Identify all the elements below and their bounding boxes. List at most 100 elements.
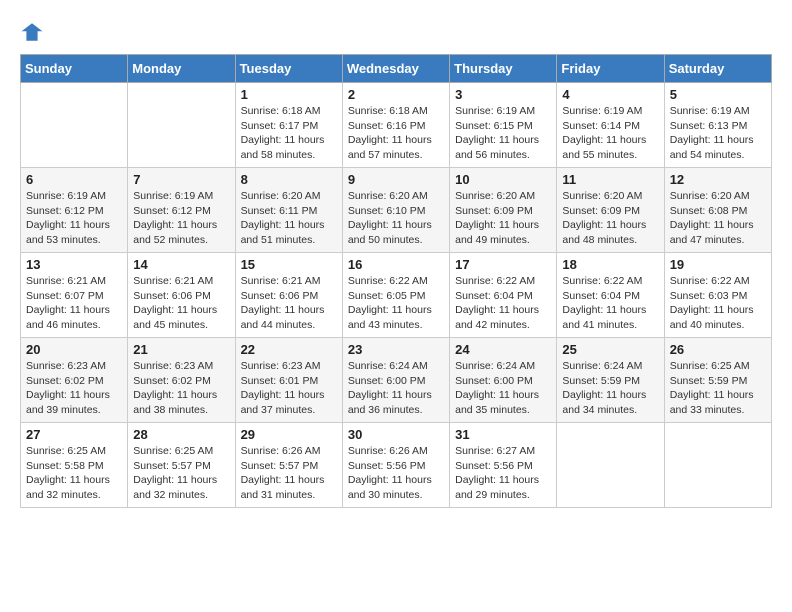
calendar-cell: 3 Sunrise: 6:19 AMSunset: 6:15 PMDaylight… <box>450 83 557 168</box>
calendar-cell: 20Sunrise: 6:23 AMSunset: 6:02 PMDayligh… <box>21 338 128 423</box>
calendar-cell <box>557 423 664 508</box>
calendar-cell <box>21 83 128 168</box>
calendar-cell: 4 Sunrise: 6:19 AMSunset: 6:14 PMDaylight… <box>557 83 664 168</box>
day-info: Sunrise: 6:24 AMSunset: 5:59 PMDaylight:… <box>562 359 658 418</box>
calendar-cell: 1 Sunrise: 6:18 AMSunset: 6:17 PMDaylight… <box>235 83 342 168</box>
calendar-cell: 28 Sunrise: 6:25 AMSunset: 5:57 PMDayligh… <box>128 423 235 508</box>
day-number: 26 <box>670 342 766 357</box>
day-info: Sunrise: 6:27 AMSunset: 5:56 PMDaylight:… <box>455 444 551 503</box>
calendar-cell: 13 Sunrise: 6:21 AMSunset: 6:07 PMDayligh… <box>21 253 128 338</box>
day-number: 17 <box>455 257 551 272</box>
day-info: Sunrise: 6:20 AMSunset: 6:09 PMDaylight:… <box>562 189 658 248</box>
calendar-cell: 27 Sunrise: 6:25 AMSunset: 5:58 PMDayligh… <box>21 423 128 508</box>
day-info: Sunrise: 6:23 AMSunset: 6:02 PMDaylight:… <box>133 359 229 418</box>
day-number: 24 <box>455 342 551 357</box>
day-number: 6 <box>26 172 122 187</box>
day-number: 13 <box>26 257 122 272</box>
day-info: Sunrise: 6:24 AMSunset: 6:00 PMDaylight:… <box>455 359 551 418</box>
weekday-header: Thursday <box>450 55 557 83</box>
calendar-cell: 16Sunrise: 6:22 AMSunset: 6:05 PMDayligh… <box>342 253 449 338</box>
day-number: 3 <box>455 87 551 102</box>
day-info: Sunrise: 6:24 AMSunset: 6:00 PMDaylight:… <box>348 359 444 418</box>
day-info: Sunrise: 6:22 AMSunset: 6:03 PMDaylight:… <box>670 274 766 333</box>
day-number: 28 <box>133 427 229 442</box>
calendar-week-row: 13 Sunrise: 6:21 AMSunset: 6:07 PMDayligh… <box>21 253 772 338</box>
day-info: Sunrise: 6:22 AMSunset: 6:04 PMDaylight:… <box>562 274 658 333</box>
day-number: 30 <box>348 427 444 442</box>
calendar-cell: 15Sunrise: 6:21 AMSunset: 6:06 PMDayligh… <box>235 253 342 338</box>
day-number: 14 <box>133 257 229 272</box>
day-number: 1 <box>241 87 337 102</box>
day-number: 7 <box>133 172 229 187</box>
day-number: 31 <box>455 427 551 442</box>
weekday-header: Sunday <box>21 55 128 83</box>
calendar-cell: 8 Sunrise: 6:20 AMSunset: 6:11 PMDaylight… <box>235 168 342 253</box>
calendar-cell <box>128 83 235 168</box>
calendar-cell: 29 Sunrise: 6:26 AMSunset: 5:57 PMDayligh… <box>235 423 342 508</box>
calendar-cell <box>664 423 771 508</box>
day-number: 15 <box>241 257 337 272</box>
day-number: 9 <box>348 172 444 187</box>
calendar-week-row: 1 Sunrise: 6:18 AMSunset: 6:17 PMDaylight… <box>21 83 772 168</box>
calendar-cell: 25 Sunrise: 6:24 AMSunset: 5:59 PMDayligh… <box>557 338 664 423</box>
day-info: Sunrise: 6:21 AMSunset: 6:07 PMDaylight:… <box>26 274 122 333</box>
day-info: Sunrise: 6:19 AMSunset: 6:13 PMDaylight:… <box>670 104 766 163</box>
day-info: Sunrise: 6:23 AMSunset: 6:01 PMDaylight:… <box>241 359 337 418</box>
weekday-header: Monday <box>128 55 235 83</box>
calendar-cell: 31 Sunrise: 6:27 AMSunset: 5:56 PMDayligh… <box>450 423 557 508</box>
day-info: Sunrise: 6:23 AMSunset: 6:02 PMDaylight:… <box>26 359 122 418</box>
calendar-cell: 18 Sunrise: 6:22 AMSunset: 6:04 PMDayligh… <box>557 253 664 338</box>
day-number: 22 <box>241 342 337 357</box>
calendar-table: SundayMondayTuesdayWednesdayThursdayFrid… <box>20 54 772 508</box>
calendar-cell: 9Sunrise: 6:20 AMSunset: 6:10 PMDaylight… <box>342 168 449 253</box>
logo-icon <box>20 20 44 44</box>
calendar-cell: 5 Sunrise: 6:19 AMSunset: 6:13 PMDaylight… <box>664 83 771 168</box>
calendar-cell: 2Sunrise: 6:18 AMSunset: 6:16 PMDaylight… <box>342 83 449 168</box>
calendar-week-row: 20Sunrise: 6:23 AMSunset: 6:02 PMDayligh… <box>21 338 772 423</box>
day-number: 29 <box>241 427 337 442</box>
calendar-cell: 24 Sunrise: 6:24 AMSunset: 6:00 PMDayligh… <box>450 338 557 423</box>
weekday-header: Wednesday <box>342 55 449 83</box>
weekday-header: Tuesday <box>235 55 342 83</box>
day-info: Sunrise: 6:22 AMSunset: 6:04 PMDaylight:… <box>455 274 551 333</box>
page-header <box>20 20 772 44</box>
calendar-cell: 17 Sunrise: 6:22 AMSunset: 6:04 PMDayligh… <box>450 253 557 338</box>
day-info: Sunrise: 6:19 AMSunset: 6:14 PMDaylight:… <box>562 104 658 163</box>
calendar-cell: 6 Sunrise: 6:19 AMSunset: 6:12 PMDaylight… <box>21 168 128 253</box>
calendar-cell: 10Sunrise: 6:20 AMSunset: 6:09 PMDayligh… <box>450 168 557 253</box>
day-info: Sunrise: 6:25 AMSunset: 5:58 PMDaylight:… <box>26 444 122 503</box>
day-info: Sunrise: 6:19 AMSunset: 6:15 PMDaylight:… <box>455 104 551 163</box>
day-number: 19 <box>670 257 766 272</box>
day-number: 5 <box>670 87 766 102</box>
day-info: Sunrise: 6:26 AMSunset: 5:56 PMDaylight:… <box>348 444 444 503</box>
calendar-cell: 22 Sunrise: 6:23 AMSunset: 6:01 PMDayligh… <box>235 338 342 423</box>
calendar-cell: 7 Sunrise: 6:19 AMSunset: 6:12 PMDaylight… <box>128 168 235 253</box>
day-info: Sunrise: 6:22 AMSunset: 6:05 PMDaylight:… <box>348 274 444 333</box>
day-info: Sunrise: 6:19 AMSunset: 6:12 PMDaylight:… <box>26 189 122 248</box>
calendar-week-row: 6 Sunrise: 6:19 AMSunset: 6:12 PMDaylight… <box>21 168 772 253</box>
weekday-header: Saturday <box>664 55 771 83</box>
calendar-cell: 21 Sunrise: 6:23 AMSunset: 6:02 PMDayligh… <box>128 338 235 423</box>
day-number: 12 <box>670 172 766 187</box>
day-number: 11 <box>562 172 658 187</box>
day-info: Sunrise: 6:18 AMSunset: 6:17 PMDaylight:… <box>241 104 337 163</box>
day-info: Sunrise: 6:19 AMSunset: 6:12 PMDaylight:… <box>133 189 229 248</box>
day-number: 18 <box>562 257 658 272</box>
day-number: 25 <box>562 342 658 357</box>
day-number: 8 <box>241 172 337 187</box>
day-info: Sunrise: 6:26 AMSunset: 5:57 PMDaylight:… <box>241 444 337 503</box>
calendar-week-row: 27 Sunrise: 6:25 AMSunset: 5:58 PMDayligh… <box>21 423 772 508</box>
calendar-cell: 23Sunrise: 6:24 AMSunset: 6:00 PMDayligh… <box>342 338 449 423</box>
weekday-header: Friday <box>557 55 664 83</box>
day-number: 4 <box>562 87 658 102</box>
day-number: 10 <box>455 172 551 187</box>
day-info: Sunrise: 6:25 AMSunset: 5:59 PMDaylight:… <box>670 359 766 418</box>
day-info: Sunrise: 6:25 AMSunset: 5:57 PMDaylight:… <box>133 444 229 503</box>
calendar-cell: 14Sunrise: 6:21 AMSunset: 6:06 PMDayligh… <box>128 253 235 338</box>
day-info: Sunrise: 6:20 AMSunset: 6:08 PMDaylight:… <box>670 189 766 248</box>
day-number: 21 <box>133 342 229 357</box>
day-info: Sunrise: 6:20 AMSunset: 6:11 PMDaylight:… <box>241 189 337 248</box>
day-number: 27 <box>26 427 122 442</box>
calendar-cell: 26 Sunrise: 6:25 AMSunset: 5:59 PMDayligh… <box>664 338 771 423</box>
calendar-cell: 11 Sunrise: 6:20 AMSunset: 6:09 PMDayligh… <box>557 168 664 253</box>
